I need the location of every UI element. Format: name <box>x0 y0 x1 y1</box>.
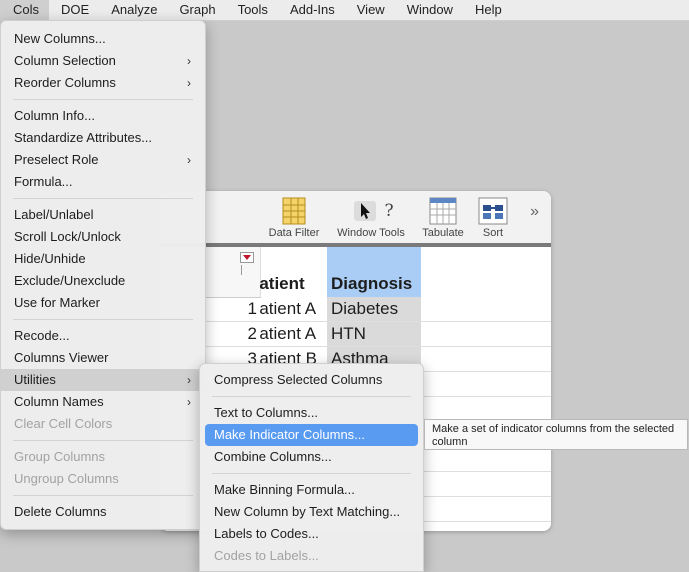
menu-item-column-info[interactable]: Column Info... <box>1 105 205 127</box>
cell-text: Patient A <box>260 324 317 343</box>
menu-add-ins[interactable]: Add-Ins <box>278 0 345 20</box>
menu-item-label: Utilities <box>14 372 56 387</box>
pointer-icon <box>354 201 377 221</box>
table-row[interactable]: 2 Patient A HTN <box>160 322 551 347</box>
menu-item-reorder-columns[interactable]: Reorder Columns › <box>1 72 205 94</box>
utilities-submenu: Compress Selected Columns Text to Column… <box>199 363 424 572</box>
filter-lines-icon <box>241 265 252 275</box>
column-header-patient[interactable]: Patient <box>260 247 327 297</box>
menu-item-column-names[interactable]: Column Names › <box>1 391 205 413</box>
cell-diagnosis[interactable]: HTN <box>327 322 421 346</box>
menu-item-text-to-columns[interactable]: Text to Columns... <box>200 402 423 424</box>
menu-bar: Cols DOE Analyze Graph Tools Add-Ins Vie… <box>0 0 689 21</box>
table-row[interactable]: 1 Patient A Diabetes <box>160 297 551 322</box>
menu-separator <box>13 319 193 320</box>
cell-text: Patient A <box>260 299 317 318</box>
chevron-more-icon[interactable]: » <box>530 203 539 221</box>
tabulate-label: Tabulate <box>422 227 464 239</box>
menu-item-label: Column Selection <box>14 53 116 68</box>
cell-patient[interactable]: Patient A <box>260 297 327 321</box>
chevron-right-icon: › <box>187 76 191 90</box>
chevron-right-icon: › <box>187 395 191 409</box>
menu-analyze[interactable]: Analyze <box>99 0 167 20</box>
tabulate-icon <box>429 197 457 225</box>
sort-button[interactable]: Sort <box>474 197 512 239</box>
menu-item-clear-cell-colors: Clear Cell Colors <box>14 416 113 431</box>
window-tools-button[interactable]: ? Window Tools <box>332 197 410 239</box>
column-header-diagnosis[interactable]: Diagnosis <box>327 247 421 297</box>
menu-item-delete-columns[interactable]: Delete Columns <box>1 501 205 523</box>
menu-item-compress-selected-columns[interactable]: Compress Selected Columns <box>200 369 423 391</box>
tabulate-button[interactable]: Tabulate <box>418 197 468 239</box>
menu-view[interactable]: View <box>345 0 395 20</box>
menu-item-label: Reorder Columns <box>14 75 116 90</box>
menu-item-make-binning-formula[interactable]: Make Binning Formula... <box>200 479 423 501</box>
menu-separator <box>13 99 193 100</box>
menu-item-label-unlabel[interactable]: Label/Unlabel <box>1 204 205 226</box>
menu-item-make-indicator-columns[interactable]: Make Indicator Columns... <box>205 424 418 446</box>
column-header-label: Patient <box>260 274 305 293</box>
menu-cols[interactable]: Cols <box>0 0 50 20</box>
menu-item-ungroup-columns: Ungroup Columns <box>14 471 119 486</box>
help-question-icon: ? <box>384 201 394 221</box>
menu-item-preselect-role[interactable]: Preselect Role › <box>1 149 205 171</box>
menu-item-hide-unhide[interactable]: Hide/Unhide <box>1 248 205 270</box>
menu-item-utilities[interactable]: Utilities › <box>1 369 205 391</box>
menu-item-label: Preselect Role <box>14 152 99 167</box>
menu-separator <box>13 495 193 496</box>
menu-item-scroll-lock[interactable]: Scroll Lock/Unlock <box>1 226 205 248</box>
cols-menu: New Columns... Column Selection › Reorder… <box>0 20 206 530</box>
tooltip: Make a set of indicator columns from the… <box>424 419 688 450</box>
chevron-right-icon: › <box>187 373 191 387</box>
data-filter-label: Data Filter <box>268 227 320 239</box>
menu-item-formula[interactable]: Formula... <box>1 171 205 193</box>
menu-item-standardize-attributes[interactable]: Standardize Attributes... <box>1 127 205 149</box>
toolbar: Data Filter ? Window Tools Tabulate Sort… <box>160 191 551 247</box>
menu-separator <box>212 473 411 474</box>
menu-doe[interactable]: DOE <box>49 0 99 20</box>
menu-graph[interactable]: Graph <box>167 0 225 20</box>
chevron-right-icon: › <box>187 54 191 68</box>
menu-separator <box>13 440 193 441</box>
menu-item-use-for-marker[interactable]: Use for Marker <box>1 292 205 314</box>
red-triangle-icon[interactable] <box>240 252 254 263</box>
sort-icon <box>478 197 508 225</box>
menu-separator <box>212 396 411 397</box>
menu-item-columns-viewer[interactable]: Columns Viewer <box>1 347 205 369</box>
data-filter-button[interactable]: Data Filter <box>264 197 324 239</box>
menu-tools[interactable]: Tools <box>226 0 278 20</box>
window-tools-label: Window Tools <box>337 227 405 239</box>
menu-item-column-selection[interactable]: Column Selection › <box>1 50 205 72</box>
menu-separator <box>13 198 193 199</box>
sort-label: Sort <box>482 227 504 239</box>
data-filter-icon <box>282 197 306 225</box>
menu-item-codes-to-labels: Codes to Labels... <box>214 548 319 563</box>
menu-item-label: Column Names <box>14 394 104 409</box>
menu-item-new-columns[interactable]: New Columns... <box>1 28 205 50</box>
menu-item-group-columns: Group Columns <box>14 449 106 464</box>
chevron-right-icon: › <box>187 153 191 167</box>
cell-diagnosis[interactable]: Diabetes <box>327 297 421 321</box>
cell-patient[interactable]: Patient A <box>260 322 327 346</box>
menu-item-exclude-unexclude[interactable]: Exclude/Unexclude <box>1 270 205 292</box>
menu-window[interactable]: Window <box>395 0 463 20</box>
menu-item-recode[interactable]: Recode... <box>1 325 205 347</box>
menu-item-combine-columns[interactable]: Combine Columns... <box>200 446 423 468</box>
menu-item-new-column-by-text-matching[interactable]: New Column by Text Matching... <box>200 501 423 523</box>
menu-item-labels-to-codes[interactable]: Labels to Codes... <box>200 523 423 545</box>
menu-help[interactable]: Help <box>463 0 512 20</box>
